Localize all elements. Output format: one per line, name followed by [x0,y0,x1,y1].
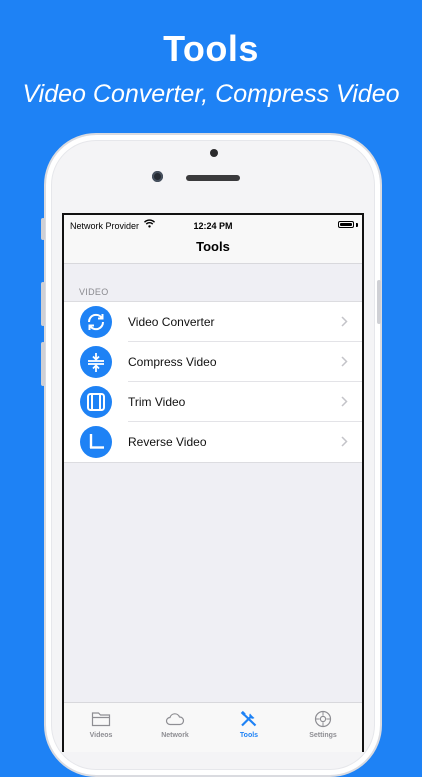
battery-icon [338,221,354,228]
gear-icon [314,710,332,728]
tab-videos[interactable]: Videos [64,703,138,752]
tab-label: Tools [239,732,259,739]
tab-label: Network [161,732,189,739]
row-label: Reverse Video [128,435,207,449]
nav-bar: Tools [64,235,362,264]
trim-video-row[interactable]: Trim Video [64,382,362,422]
video-converter-row[interactable]: Video Converter [64,302,362,342]
status-bar: Network Provider 12:24 PM [64,215,362,235]
trim-icon [80,386,112,418]
section-header: VIDEO [79,287,109,297]
chevron-right-icon [341,356,348,367]
row-label: Trim Video [128,395,186,409]
subheadline: Video Converter, Compress Video [22,80,400,108]
chevron-right-icon [341,316,348,327]
compress-icon [80,346,112,378]
folder-icon [91,712,111,727]
earpiece-speaker [186,175,240,181]
tab-label: Videos [89,732,113,739]
volume-down-button [41,342,45,386]
chevron-right-icon [341,396,348,407]
battery-tip [356,223,358,227]
tab-tools[interactable]: Tools [212,703,286,752]
tab-settings[interactable]: Settings [286,703,360,752]
tools-icon [240,710,257,727]
headline: Tools [163,28,259,69]
tools-list: Video Converter Compress Video Trim Vide… [64,301,362,463]
cloud-icon [165,713,185,726]
reverse-video-row[interactable]: Reverse Video [64,422,362,462]
page-title: Tools [196,239,230,254]
mute-switch [41,218,45,240]
app-screen: Network Provider 12:24 PM Tools VIDEO Vi… [62,213,364,752]
reverse-clock-icon [80,426,112,458]
row-label: Video Converter [128,315,215,329]
tab-network[interactable]: Network [138,703,212,752]
tab-label: Settings [309,732,337,739]
convert-arrows-icon [80,306,112,338]
tab-bar: Videos Network Tools Settings [64,702,362,752]
compress-video-row[interactable]: Compress Video [64,342,362,382]
camera-lens [152,171,163,182]
front-camera [210,149,218,157]
power-button [377,280,381,324]
chevron-right-icon [341,436,348,447]
clock: 12:24 PM [193,221,233,231]
volume-up-button [41,282,45,326]
row-label: Compress Video [128,355,217,369]
